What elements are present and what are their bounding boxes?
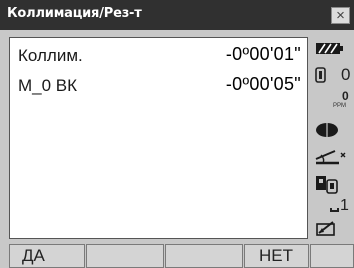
prism-icon: [315, 67, 326, 83]
softkey-yes-label: ДА: [22, 246, 45, 265]
face-indicator[interactable]: 1: [313, 197, 354, 217]
input-mode-icon[interactable]: [313, 220, 354, 238]
title-bar: Коллимация/Рез-т ×: [0, 0, 354, 30]
prism-constant-indicator[interactable]: 0: [313, 65, 354, 85]
softkey-5[interactable]: [310, 244, 354, 268]
collimation-row: Коллим. -0º00'01": [10, 42, 307, 70]
collimation-value: -0º00'01": [225, 44, 301, 64]
app-window: Коллимация/Рез-т × Коллим. -0º00'01" M_0…: [0, 0, 354, 268]
softkey-bar: ДА НЕТ: [0, 244, 354, 268]
tilt-compensation-icon[interactable]: [313, 145, 354, 167]
close-icon: ×: [336, 7, 345, 24]
vertical-index-row: M_0 ВК -0º00'05": [10, 72, 307, 100]
softkey-yes[interactable]: ДА: [9, 244, 85, 268]
ppm-value: 0: [342, 89, 349, 103]
status-sidebar: 0 0 PPM 1: [313, 37, 354, 239]
softkey-3[interactable]: [165, 244, 243, 268]
ppm-indicator[interactable]: 0 PPM: [313, 89, 354, 115]
results-panel: Коллим. -0º00'01" M_0 ВК -0º00'05": [9, 37, 308, 239]
battery-full-icon[interactable]: [313, 41, 354, 55]
window-title: Коллимация/Рез-т: [7, 6, 142, 21]
softkey-no[interactable]: НЕТ: [244, 244, 309, 268]
prism-constant-value: 0: [341, 65, 351, 84]
ppm-unit: PPM: [333, 103, 347, 109]
face-bracket: [330, 208, 339, 212]
close-button[interactable]: ×: [331, 7, 350, 24]
face-value: 1: [340, 197, 349, 214]
laser-pointer-icon[interactable]: [313, 121, 354, 139]
target-mode-icon[interactable]: [313, 173, 354, 195]
vertical-index-label: M_0 ВК: [18, 76, 78, 95]
softkey-2[interactable]: [86, 244, 164, 268]
collimation-label: Коллим.: [18, 46, 83, 65]
vertical-index-value: -0º00'05": [225, 74, 301, 94]
softkey-no-label: НЕТ: [259, 246, 293, 265]
